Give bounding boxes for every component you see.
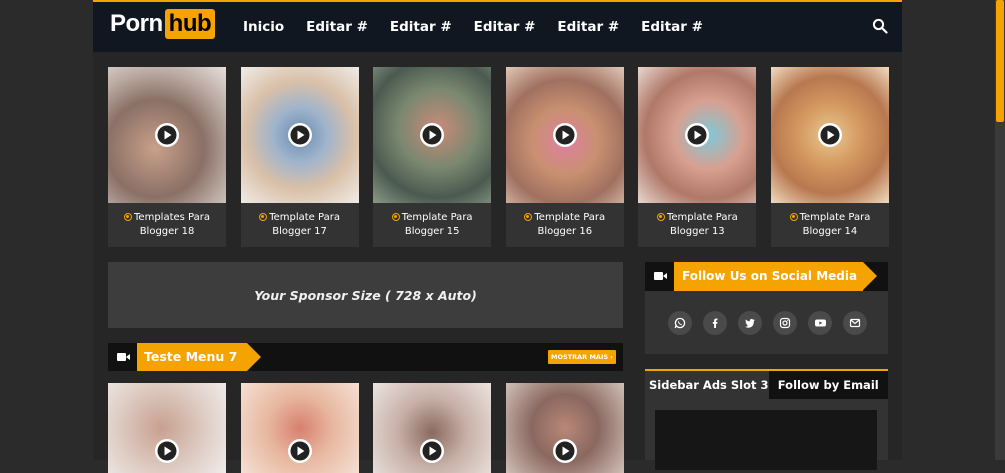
email-icon[interactable] [843, 311, 867, 335]
tabs-widget: Sidebar Ads Slot 300 x Follow by Email [645, 369, 888, 470]
video-title[interactable]: Template Para Blogger 17 [241, 203, 359, 247]
play-circle-icon [391, 213, 400, 221]
video-card[interactable]: Template Para Blogger 15 [373, 67, 492, 247]
section-header: Teste Menu 7 MOSTRAR MAIS › [108, 343, 623, 371]
video-camera-icon [117, 353, 130, 361]
logo-text-2: hub [164, 9, 216, 39]
tab-sidebar-ads[interactable]: Sidebar Ads Slot 300 x [645, 371, 769, 399]
video-thumbnail[interactable] [108, 67, 226, 203]
logo-text-1: Porn [110, 10, 163, 37]
widget-header: Follow Us on Social Media [645, 262, 888, 291]
sidebar-ad-box[interactable] [655, 410, 877, 470]
youtube-icon[interactable] [808, 311, 832, 335]
site-logo[interactable]: Porn hub [110, 8, 216, 40]
section-title[interactable]: Teste Menu 7 [137, 343, 262, 371]
page: Porn hub Inicio Editar # Editar # Editar… [93, 0, 902, 473]
scrollbar-thumb[interactable] [996, 0, 1004, 122]
play-icon[interactable] [287, 122, 313, 148]
social-widget: Follow Us on Social Media [645, 262, 888, 354]
social-links [668, 311, 867, 335]
play-icon[interactable] [817, 122, 843, 148]
nav-item-editar-4[interactable]: Editar # [557, 19, 619, 35]
header: Porn hub Inicio Editar # Editar # Editar… [93, 0, 902, 52]
video-title[interactable]: Template Para Blogger 15 [373, 203, 491, 247]
video-card[interactable]: Template Para Blogger 16 [505, 67, 624, 247]
tab-follow-by-email[interactable]: Follow by Email [768, 371, 888, 399]
nav-item-editar-2[interactable]: Editar # [390, 19, 452, 35]
video-camera-icon [654, 272, 667, 280]
scrollbar[interactable] [995, 0, 1005, 460]
play-circle-icon [259, 213, 268, 221]
whatsapp-icon[interactable] [668, 311, 692, 335]
search-icon[interactable] [872, 18, 888, 34]
video-card[interactable]: Template Para Blogger 17 [240, 67, 359, 247]
play-circle-icon [124, 213, 133, 221]
instagram-icon[interactable] [773, 311, 797, 335]
video-title[interactable]: Templates Para Blogger 18 [108, 203, 226, 247]
play-icon[interactable] [552, 122, 578, 148]
sponsor-ad-slot[interactable]: Your Sponsor Size ( 728 x Auto) [108, 262, 623, 328]
play-icon[interactable] [552, 438, 578, 464]
video-card[interactable]: Templates Para Blogger 18 [108, 67, 226, 247]
featured-grid: Templates Para Blogger 18 Template Para Bl… [108, 67, 889, 247]
video-title[interactable]: Template Para Blogger 13 [638, 203, 756, 247]
video-thumbnail[interactable] [373, 67, 492, 203]
nav-item-editar-1[interactable]: Editar # [306, 19, 368, 35]
show-more-button[interactable]: MOSTRAR MAIS › [548, 350, 616, 364]
nav-item-inicio[interactable]: Inicio [243, 19, 284, 35]
main-nav: Inicio Editar # Editar # Editar # Editar… [243, 2, 725, 52]
video-thumbnail[interactable] [638, 67, 757, 203]
twitter-icon[interactable] [738, 311, 762, 335]
video-thumbnail[interactable] [505, 67, 624, 203]
video-thumbnail[interactable] [240, 67, 359, 203]
video-title[interactable]: Template Para Blogger 16 [506, 203, 624, 247]
play-icon[interactable] [287, 438, 313, 464]
video-thumbnail[interactable] [770, 67, 889, 203]
play-circle-icon [524, 213, 533, 221]
video-title[interactable]: Template Para Blogger 14 [771, 203, 889, 247]
widget-tabs: Sidebar Ads Slot 300 x Follow by Email [645, 369, 888, 399]
play-circle-icon [656, 213, 665, 221]
play-icon[interactable] [684, 122, 710, 148]
play-icon[interactable] [419, 438, 445, 464]
play-icon[interactable] [419, 122, 445, 148]
video-card[interactable]: Template Para Blogger 14 [770, 67, 889, 247]
nav-item-editar-3[interactable]: Editar # [474, 19, 536, 35]
play-icon[interactable] [154, 122, 180, 148]
play-circle-icon [789, 213, 798, 221]
nav-item-editar-5[interactable]: Editar # [641, 19, 703, 35]
play-icon[interactable] [154, 438, 180, 464]
video-card[interactable]: Template Para Blogger 13 [638, 67, 757, 247]
widget-title: Follow Us on Social Media [674, 262, 878, 291]
facebook-icon[interactable] [703, 311, 727, 335]
sponsor-text: Your Sponsor Size ( 728 x Auto) [254, 287, 477, 303]
